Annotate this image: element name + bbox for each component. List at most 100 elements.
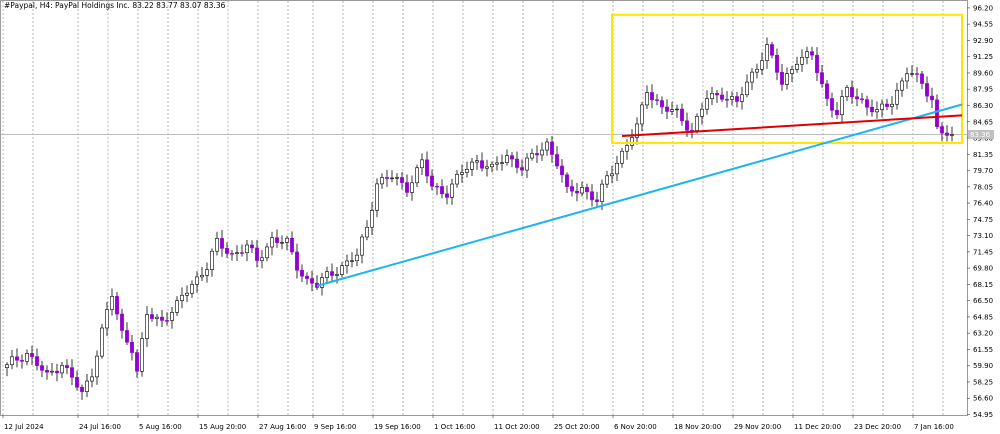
candle-body [870,106,874,113]
candle-body [215,238,219,252]
candle-body [45,370,49,373]
candle-body [705,98,709,110]
price-tick-label: 63.20 [973,330,993,338]
candle-body [935,99,939,127]
candle-body [735,96,739,102]
time-tick-label: 12 Jul 2024 [4,423,44,431]
candle-body [700,108,704,117]
candle-body [725,99,729,101]
candle-body [515,158,519,168]
price-tag-label: 83.36 [970,131,991,139]
time-tick-label: 15 Aug 20:00 [199,423,246,431]
candle-body [540,149,544,156]
time-tick-label: 9 Sep 16:00 [314,423,356,431]
candle-body [90,376,94,382]
candle-body [755,68,759,73]
price-tick-label: 89.60 [973,69,993,77]
candle-body [475,160,479,163]
candle-body [575,190,579,194]
candle [140,332,144,377]
candle-body [5,364,9,368]
candle-body [125,330,129,343]
candle-body [95,355,99,378]
candle-body [285,237,289,243]
candle-body [410,182,414,193]
candle-body [800,57,804,65]
candle-body [730,96,734,100]
candle-body [665,106,669,112]
candle-body [430,175,434,187]
candle-body [380,177,384,185]
candle-body [325,271,329,278]
candle-body [135,352,139,372]
candle-body [80,387,84,392]
price-tick-label: 79.70 [973,167,993,175]
candle-body [210,250,214,270]
candle-body [450,183,454,198]
candle-body [205,269,209,276]
candle-body [510,155,514,160]
candle-body [550,141,554,155]
candle-body [60,365,64,374]
candle-body [250,244,254,249]
candle-body [180,294,184,301]
candle-body [305,275,309,279]
candle-body [345,260,349,266]
candle-body [905,73,909,82]
candle-body [50,370,54,373]
candle-body [720,94,724,100]
candle-body [350,260,354,262]
candle-body [165,320,169,322]
price-tick-label: 87.95 [973,86,993,94]
candle-body [565,174,569,187]
candle-body [460,172,464,175]
candle-body [220,238,224,249]
current-price-tag: 83.36 [968,129,994,139]
candle-body [625,145,629,152]
price-tick-label: 58.25 [973,378,993,386]
candle-body [655,99,659,101]
candle-body [855,96,859,100]
price-chart[interactable]: 96.20 94.55 92.90 91.25 89.60 87.95 86.30 84.65… [0,0,1000,434]
candle-body [525,157,529,171]
candle-body [120,313,124,331]
candle-body [140,338,144,372]
candle-body [710,93,714,99]
candle-body [775,54,779,73]
candle-body [675,108,679,111]
time-axis: 12 Jul 2024 24 Jul 16:00 5 Aug 16:00 15 Aug… [2,415,954,431]
candle-body [245,244,249,254]
candle-body [340,265,344,275]
candle-body [365,226,369,238]
candle-body [880,103,884,110]
candle-body [930,95,934,101]
time-tick-label: 29 Nov 20:00 [734,423,781,431]
candle-body [455,174,459,185]
candle-body [385,177,389,179]
candle-body [40,365,44,371]
time-tick-label: 6 Nov 20:00 [614,423,657,431]
candle-body [415,167,419,184]
candle-body [335,274,339,276]
candle-body [670,109,674,112]
candle-body [520,167,524,171]
chart-frame [0,0,968,416]
candle-body [785,73,789,85]
time-tick-label: 27 Aug 16:00 [259,423,306,431]
candle-body [840,96,844,116]
time-tick-label: 11 Dec 20:00 [794,423,841,431]
candle-body [130,341,134,353]
time-tick-label: 11 Oct 20:00 [494,423,540,431]
price-tick-label: 78.05 [973,183,993,191]
candle-body [620,150,624,164]
candle-body [795,63,799,70]
candle-body [255,247,259,261]
time-tick-label: 19 Sep 16:00 [374,423,421,431]
price-tick-label: 54.95 [973,411,993,419]
candle-body [440,186,444,195]
candle-body [295,251,299,271]
time-tick-label: 7 Jan 16:00 [914,423,954,431]
time-tick-label: 5 Aug 16:00 [139,423,182,431]
candle-body [830,98,834,111]
candle-body [875,109,879,113]
